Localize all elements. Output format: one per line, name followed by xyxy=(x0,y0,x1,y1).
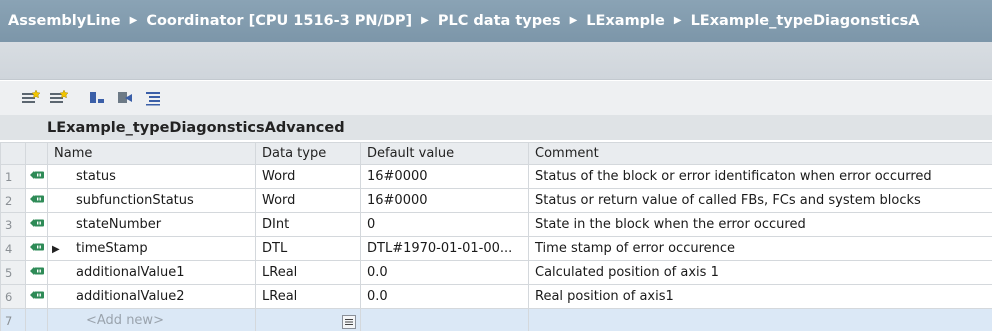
variable-name: additionalValue1 xyxy=(76,265,185,280)
new-data-type-cell[interactable] xyxy=(255,308,361,331)
data-type-cell[interactable]: LReal xyxy=(255,260,361,285)
collapse-all-icon[interactable] xyxy=(114,87,136,109)
breadcrumb-separator-icon: ▶ xyxy=(129,14,138,26)
new-default-value-cell[interactable] xyxy=(360,308,529,331)
comment-cell[interactable]: Calculated position of axis 1 xyxy=(528,260,992,285)
default-value-cell[interactable]: 16#0000 xyxy=(360,164,529,189)
default-value-cell[interactable]: 0.0 xyxy=(360,284,529,309)
data-type-cell[interactable]: DInt xyxy=(255,212,361,237)
add-row-icon[interactable] xyxy=(48,87,70,109)
variable-name: stateNumber xyxy=(76,217,162,232)
column-header-comment[interactable]: Comment xyxy=(528,142,992,165)
new-comment-cell[interactable] xyxy=(528,308,992,331)
table-header-row: Name Data type Default value Comment xyxy=(0,142,992,165)
default-value-cell[interactable]: DTL#1970-01-01-00... xyxy=(360,236,529,261)
row-number[interactable]: 4 xyxy=(0,236,26,261)
input-parameter-icon xyxy=(25,260,48,285)
comment-cell[interactable]: Status or return value of called FBs, FC… xyxy=(528,188,992,213)
comment-cell[interactable]: State in the block when the error occure… xyxy=(528,212,992,237)
struct-title: LExample_typeDiagonsticsAdvanced xyxy=(0,115,992,140)
column-header-default-value[interactable]: Default value xyxy=(360,142,529,165)
editor-toolbar xyxy=(0,81,992,115)
variable-name-cell[interactable]: subfunctionStatus xyxy=(47,188,256,213)
column-header-data-type[interactable]: Data type xyxy=(255,142,361,165)
variable-name: subfunctionStatus xyxy=(76,193,194,208)
breadcrumb-separator-icon: ▶ xyxy=(673,14,682,26)
table-row[interactable]: 5 additionalValue1 LReal 0.0 Calculated posi… xyxy=(0,260,992,285)
default-value-cell[interactable]: 0.0 xyxy=(360,260,529,285)
rownum-header xyxy=(0,142,26,165)
add-new-row[interactable]: 7 <Add new> xyxy=(0,308,992,331)
breadcrumb-separator-icon: ▶ xyxy=(569,14,578,26)
input-parameter-icon xyxy=(25,284,48,309)
data-type-cell[interactable]: LReal xyxy=(255,284,361,309)
table-row[interactable]: 2 subfunctionStatus Word 16#0000 Status or r… xyxy=(0,188,992,213)
icon-header xyxy=(25,142,48,165)
table-row[interactable]: 4 ▶ timeStamp DTL DTL#1970-01-01-00... Time s… xyxy=(0,236,992,261)
comment-cell[interactable]: Time stamp of error occurence xyxy=(528,236,992,261)
input-parameter-icon xyxy=(25,236,48,261)
data-type-picker-icon[interactable] xyxy=(342,314,356,329)
variable-name-cell[interactable]: stateNumber xyxy=(47,212,256,237)
row-number[interactable]: 1 xyxy=(0,164,26,189)
default-value-cell[interactable]: 16#0000 xyxy=(360,188,529,213)
declaration-table: Name Data type Default value Comment 1 st… xyxy=(0,142,992,331)
data-type-cell[interactable]: Word xyxy=(255,188,361,213)
editor-header-bar xyxy=(0,42,992,80)
breadcrumb-item-device[interactable]: Coordinator [CPU 1516-3 PN/DP] xyxy=(146,13,412,29)
data-type-cell[interactable]: Word xyxy=(255,164,361,189)
row-number[interactable]: 7 xyxy=(0,308,26,331)
default-value-cell[interactable]: 0 xyxy=(360,212,529,237)
breadcrumb-item-folder[interactable]: PLC data types xyxy=(438,13,561,29)
row-number[interactable]: 3 xyxy=(0,212,26,237)
column-header-name[interactable]: Name xyxy=(47,142,256,165)
comment-cell[interactable]: Real position of axis1 xyxy=(528,284,992,309)
expand-all-icon[interactable] xyxy=(86,87,108,109)
list-view-icon[interactable] xyxy=(142,87,164,109)
add-new-placeholder: <Add new> xyxy=(86,313,164,328)
input-parameter-icon xyxy=(25,188,48,213)
table-row[interactable]: 3 stateNumber DInt 0 State in the block when… xyxy=(0,212,992,237)
row-number[interactable]: 5 xyxy=(0,260,26,285)
variable-name: timeStamp xyxy=(76,241,148,256)
breadcrumb-separator-icon: ▶ xyxy=(421,14,429,26)
breadcrumb-item-project[interactable]: AssemblyLine xyxy=(8,13,121,29)
variable-name: status xyxy=(76,169,116,184)
variable-name-cell[interactable]: ▶ timeStamp xyxy=(47,236,256,261)
input-parameter-icon xyxy=(25,164,48,189)
breadcrumb-item-current[interactable]: LExample_typeDiagonsticsA xyxy=(691,13,920,29)
breadcrumb: AssemblyLine ▶ Coordinator [CPU 1516-3 P… xyxy=(0,0,992,42)
add-new-cell[interactable]: <Add new> xyxy=(47,308,256,331)
variable-name: additionalValue2 xyxy=(76,289,185,304)
variable-name-cell[interactable]: additionalValue2 xyxy=(47,284,256,309)
variable-name-cell[interactable]: status xyxy=(47,164,256,189)
table-row[interactable]: 6 additionalValue2 LReal 0.0 Real position o… xyxy=(0,284,992,309)
input-parameter-icon xyxy=(25,212,48,237)
empty-icon-cell xyxy=(25,308,48,331)
breadcrumb-item-group[interactable]: LExample xyxy=(586,13,665,29)
table-row[interactable]: 1 status Word 16#0000 Status of the block or… xyxy=(0,164,992,189)
row-number[interactable]: 2 xyxy=(0,188,26,213)
comment-cell[interactable]: Status of the block or error identificat… xyxy=(528,164,992,189)
row-number[interactable]: 6 xyxy=(0,284,26,309)
insert-row-icon[interactable] xyxy=(20,87,42,109)
variable-name-cell[interactable]: additionalValue1 xyxy=(47,260,256,285)
data-type-cell[interactable]: DTL xyxy=(255,236,361,261)
